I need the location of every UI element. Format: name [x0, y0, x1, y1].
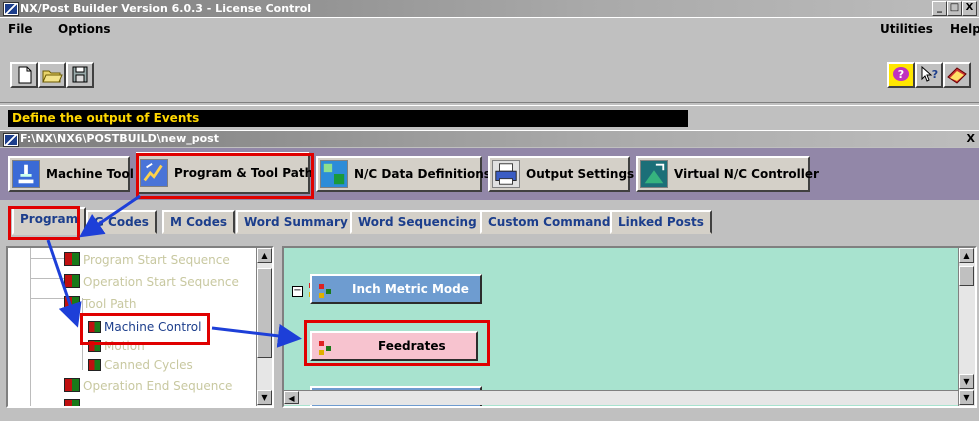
- new-file-button[interactable]: [10, 62, 38, 88]
- tab-g-codes[interactable]: G Codes: [86, 210, 157, 234]
- open-file-button[interactable]: [38, 62, 66, 88]
- menu-help[interactable]: Help: [950, 22, 979, 36]
- panel-horizontal-scrollbar[interactable]: ◀: [284, 390, 960, 405]
- event-block-icon: [64, 274, 80, 288]
- sub-tab-bar: Program G Codes M Codes Word Summary Wor…: [0, 200, 979, 235]
- menu-options[interactable]: Options: [58, 22, 111, 36]
- scroll-down-icon[interactable]: ▼: [959, 390, 974, 405]
- event-block-icon: [64, 399, 80, 406]
- menu-bar: File Options Utilities Help: [0, 18, 979, 42]
- status-message: Define the output of Events: [8, 110, 688, 127]
- tab-m-codes[interactable]: M Codes: [162, 210, 236, 234]
- context-help-button[interactable]: ?: [915, 62, 943, 88]
- collapse-icon[interactable]: −: [292, 286, 303, 297]
- block-icon: [318, 282, 332, 298]
- main-tab-bar: Machine Tool Program & Tool Path N/C Dat…: [0, 148, 979, 200]
- tab-virtual-nc-controller[interactable]: Virtual N/C Controller: [636, 156, 819, 192]
- manual-help-button[interactable]: [943, 62, 971, 88]
- save-disk-icon: [72, 66, 88, 83]
- scroll-down-icon[interactable]: ▼: [959, 374, 974, 389]
- event-block-icon: [88, 340, 101, 352]
- event-block-icon: [64, 378, 80, 392]
- tab-label: N/C Data Definitions: [354, 167, 491, 181]
- toolbar: ? ?: [0, 42, 979, 102]
- balloon-help-button[interactable]: ?: [887, 62, 915, 88]
- post-window-title: F:\NX\NX6\POSTBUILD\new_post: [20, 132, 219, 145]
- status-area: Define the output of Events: [0, 106, 979, 130]
- window-controls: _ □ X: [932, 1, 977, 16]
- context-help-icon: ?: [921, 65, 938, 82]
- feedrates-button[interactable]: Feedrates: [310, 331, 478, 361]
- virtual-controller-icon: [640, 160, 668, 188]
- scroll-left-icon[interactable]: ◀: [284, 391, 299, 404]
- block-icon: [318, 339, 332, 355]
- tree-item-motion[interactable]: Motion: [88, 337, 145, 355]
- manual-icon: [947, 67, 967, 84]
- tree-item-machine-control[interactable]: Machine Control: [88, 318, 201, 336]
- machine-tool-icon: [12, 160, 40, 188]
- panel-vertical-scrollbar[interactable]: ▲ ▼ ▼: [958, 248, 975, 406]
- save-file-button[interactable]: [66, 62, 94, 88]
- maximize-button[interactable]: □: [947, 1, 962, 16]
- tree-item-operation-start[interactable]: Operation Start Sequence: [64, 273, 239, 291]
- scroll-up-icon[interactable]: ▲: [959, 248, 974, 263]
- post-window-close-button[interactable]: X: [967, 131, 975, 147]
- printer-icon: [492, 160, 520, 188]
- event-blocks-panel: − Inch Metric Mode Feedrates ◀ ▲ ▼ ▼: [282, 246, 977, 408]
- tab-label: Program & Tool Path: [174, 166, 314, 180]
- tab-linked-posts[interactable]: Linked Posts: [610, 210, 712, 234]
- tab-label: Output Settings: [526, 167, 635, 181]
- tab-program[interactable]: Program: [12, 207, 87, 235]
- close-button[interactable]: X: [962, 1, 977, 16]
- tab-custom-command[interactable]: Custom Command: [480, 210, 619, 234]
- scroll-thumb[interactable]: [959, 266, 974, 286]
- tab-program-tool-path[interactable]: Program & Tool Path: [136, 152, 314, 194]
- event-block-icon: [64, 252, 80, 266]
- svg-text:?: ?: [932, 68, 938, 81]
- post-window-title-bar: F:\NX\NX6\POSTBUILD\new_post X: [0, 131, 979, 147]
- tree-item-next[interactable]: [64, 398, 83, 406]
- tree-item-program-start[interactable]: Program Start Sequence: [64, 251, 230, 269]
- menu-utilities[interactable]: Utilities: [880, 22, 933, 36]
- scroll-up-icon[interactable]: ▲: [257, 248, 272, 263]
- app-title-bar: NX/Post Builder Version 6.0.3 - License …: [0, 0, 979, 17]
- inch-metric-mode-button[interactable]: Inch Metric Mode: [310, 274, 482, 304]
- menu-file[interactable]: File: [8, 22, 33, 36]
- balloon-help-icon: ?: [891, 66, 911, 84]
- scroll-down-icon[interactable]: ▼: [257, 390, 272, 405]
- scroll-thumb[interactable]: [257, 268, 272, 358]
- tree-item-tool-path[interactable]: Tool Path: [64, 295, 136, 313]
- tab-output-settings[interactable]: Output Settings: [488, 156, 634, 192]
- event-tree-panel: Program Start Sequence Operation Start S…: [6, 246, 274, 408]
- nc-data-icon: [320, 160, 348, 188]
- event-block-icon: [64, 296, 80, 310]
- tab-label: Virtual N/C Controller: [674, 167, 819, 181]
- open-folder-icon: [42, 70, 63, 83]
- help-toolbar: ? ?: [887, 62, 973, 90]
- event-block-icon: [88, 359, 101, 371]
- tree-item-operation-end[interactable]: Operation End Sequence: [64, 377, 232, 395]
- tree-vertical-scrollbar[interactable]: ▲ ▼: [256, 248, 272, 406]
- tab-word-sequencing[interactable]: Word Sequencing: [350, 210, 485, 234]
- app-title: NX/Post Builder Version 6.0.3 - License …: [20, 2, 312, 15]
- tab-label: Machine Tool: [46, 167, 134, 181]
- tab-word-summary[interactable]: Word Summary: [236, 210, 356, 234]
- minimize-button[interactable]: _: [932, 1, 947, 16]
- new-file-icon: [18, 66, 32, 84]
- nx-logo-icon: [3, 2, 19, 16]
- tree-item-canned-cycles[interactable]: Canned Cycles: [88, 356, 193, 374]
- tab-machine-tool[interactable]: Machine Tool: [8, 156, 134, 192]
- tab-nc-data-definitions[interactable]: N/C Data Definitions: [316, 156, 491, 192]
- svg-text:?: ?: [898, 68, 904, 81]
- tool-path-icon: [140, 159, 168, 187]
- event-block-icon: [88, 321, 101, 333]
- nx-logo-icon: [3, 133, 19, 147]
